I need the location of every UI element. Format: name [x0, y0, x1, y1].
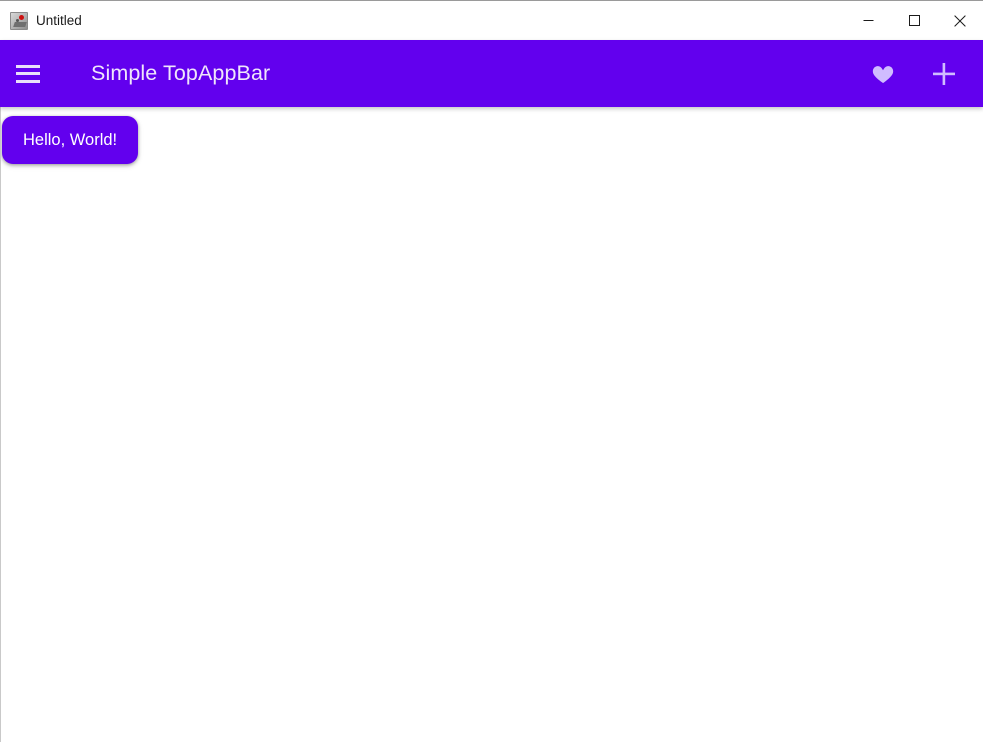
- app-bar-actions: [870, 61, 983, 87]
- content-area: Hello, World!: [0, 107, 983, 742]
- top-app-bar: Simple TopAppBar: [0, 40, 983, 107]
- minimize-button[interactable]: [845, 1, 891, 40]
- maximize-button[interactable]: [891, 1, 937, 40]
- window-controls: [845, 1, 983, 40]
- hamburger-menu-icon: [16, 64, 40, 83]
- app-bar-title: Simple TopAppBar: [91, 60, 271, 85]
- title-bar-left: Untitled: [0, 11, 82, 30]
- minimize-icon: [863, 20, 873, 21]
- title-bar: Untitled: [0, 1, 983, 40]
- close-button[interactable]: [937, 1, 983, 40]
- window-title: Untitled: [36, 12, 82, 28]
- add-button[interactable]: [931, 61, 957, 87]
- favorite-button[interactable]: [870, 61, 896, 87]
- python-app-icon: [10, 11, 28, 30]
- heart-icon: [872, 65, 894, 83]
- application-window: Untitled Simple TopAppBar Hello, World!: [0, 0, 983, 742]
- maximize-icon: [908, 15, 920, 26]
- hello-world-button[interactable]: Hello, World!: [2, 116, 139, 164]
- close-icon: [954, 14, 966, 27]
- navigation-menu-button[interactable]: [0, 40, 56, 107]
- plus-icon: [933, 62, 955, 85]
